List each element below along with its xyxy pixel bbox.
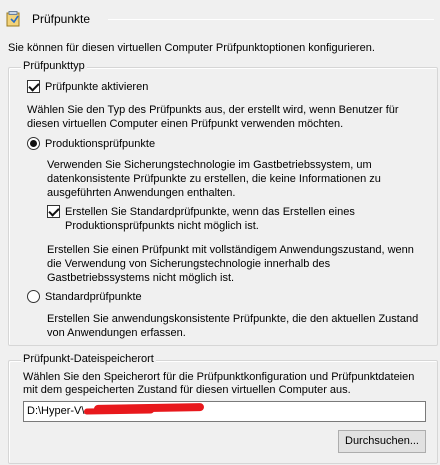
- standard-desc-line2: von Anwendungen erfassen.: [47, 327, 186, 339]
- intro-text: Sie können für diesen virtuellen Compute…: [8, 42, 375, 54]
- production-desc-line3: ausgeführten Anwendungen enthalten.: [47, 187, 236, 199]
- standard-checkpoints-label[interactable]: Standardprüfpunkte: [45, 290, 142, 304]
- header-divider: [108, 19, 434, 20]
- production-desc-line1: Verwenden Sie Sicherungstechnologie im G…: [47, 159, 372, 171]
- standard-fallback-checkbox[interactable]: [47, 205, 60, 218]
- redaction-mark: [83, 407, 155, 415]
- checkpoint-icon: [6, 11, 22, 27]
- fallback-info-line3: Gastbetriebssystems nicht möglich ist.: [47, 272, 235, 284]
- file-location-desc-line1: Wählen Sie den Speicherort für die Prüfp…: [23, 371, 415, 383]
- file-location-legend: Prüfpunkt-Dateispeicherort: [21, 353, 156, 365]
- browse-button[interactable]: Durchsuchen...: [338, 430, 426, 453]
- file-location-desc-line2: mit dem gespeicherten Zustand für diesen…: [23, 384, 351, 396]
- enable-checkpoints-label[interactable]: Prüfpunkte aktivieren: [45, 80, 148, 94]
- standard-fallback-label-line2[interactable]: Produktionsprüfpunkts nicht möglich ist.: [65, 219, 259, 233]
- type-description-line1: Wählen Sie den Typ des Prüfpunkts aus, d…: [27, 104, 399, 116]
- page-title: Prüfpunkte: [32, 12, 91, 26]
- standard-fallback-label-line1[interactable]: Erstellen Sie Standardprüfpunkte, wenn d…: [65, 205, 355, 219]
- fallback-info-line1: Erstellen Sie einen Prüfpunkt mit vollst…: [47, 244, 414, 256]
- fallback-info-line2: die Verwendung von Sicherungstechnologie…: [47, 258, 331, 270]
- production-checkpoints-radio[interactable]: [27, 137, 40, 150]
- production-desc-line2: datenkonsistente Prüfpunkte zu erstellen…: [47, 173, 381, 185]
- enable-checkpoints-checkbox[interactable]: [27, 80, 40, 93]
- standard-checkpoints-radio[interactable]: [27, 290, 40, 303]
- type-description-line2: diesen virtuellen Computer einen Prüfpun…: [27, 118, 344, 130]
- checkpoint-path-value: D:\Hyper-V\: [27, 405, 85, 417]
- checkpoint-type-legend: Prüfpunkttyp: [21, 60, 87, 72]
- production-checkpoints-label[interactable]: Produktionsprüfpunkte: [45, 137, 155, 151]
- checkpoint-path-input[interactable]: D:\Hyper-V\: [23, 401, 426, 422]
- standard-desc-line1: Erstellen Sie anwendungskonsistente Prüf…: [47, 313, 419, 325]
